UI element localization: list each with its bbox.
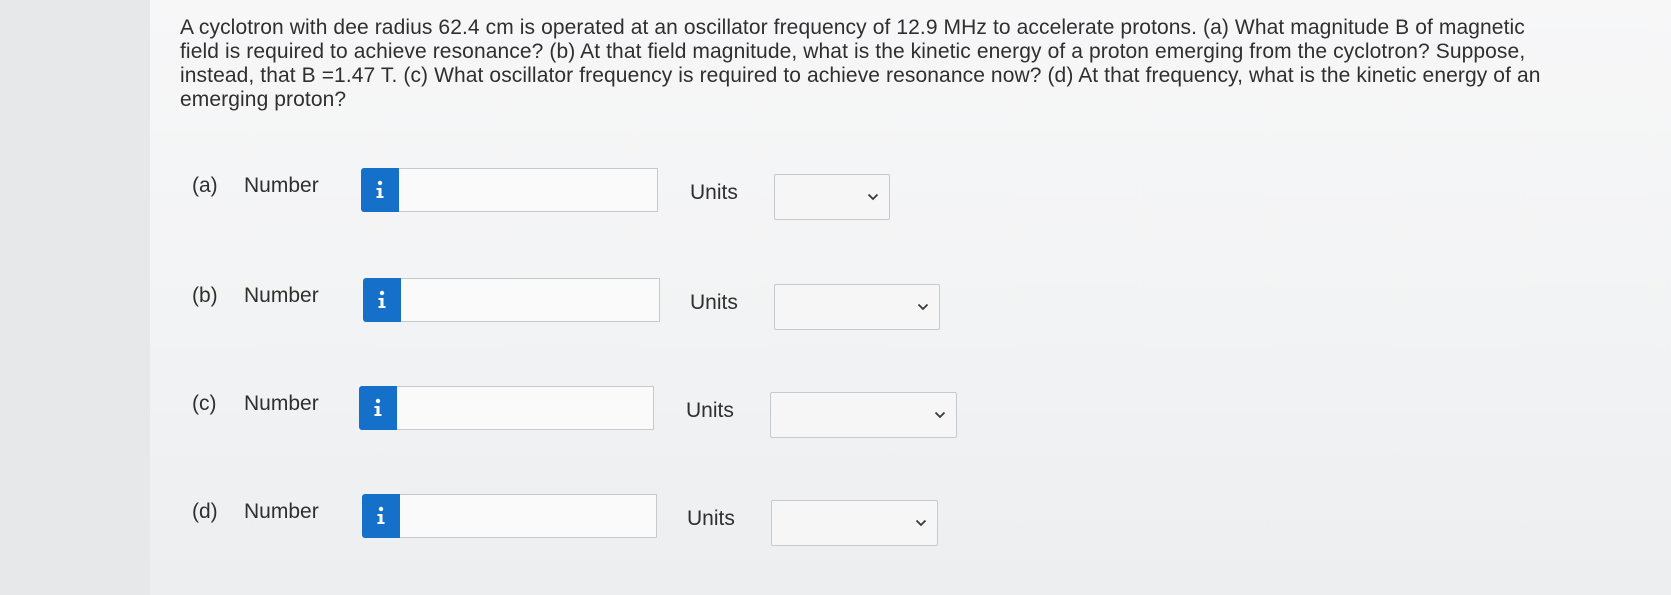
number-input-a[interactable] [399,168,658,212]
units-label: Units [686,399,734,422]
chevron-down-icon [915,519,927,527]
answer-row-c: (c) Number Units [0,380,1671,440]
number-label: Number [244,392,319,415]
units-label: Units [690,291,738,314]
info-button[interactable] [362,494,400,538]
number-input-d[interactable] [400,494,657,538]
info-button[interactable] [359,386,397,430]
part-label: (a) [192,174,218,197]
info-button[interactable] [363,278,401,322]
question-text: A cyclotron with dee radius 62.4 cm is o… [180,16,1541,111]
chevron-down-icon [867,193,879,201]
info-icon [377,506,385,524]
info-icon [374,398,382,416]
units-label: Units [690,181,738,204]
units-select-b[interactable] [774,284,940,330]
chevron-down-icon [934,411,946,419]
info-button[interactable] [361,168,399,212]
units-label: Units [687,507,735,530]
part-label: (d) [192,500,218,523]
number-label: Number [244,174,319,197]
number-label: Number [244,500,319,523]
number-label: Number [244,284,319,307]
answer-row-a: (a) Number Units [0,162,1671,222]
info-icon [378,290,386,308]
info-icon [376,180,384,198]
chevron-down-icon [917,303,929,311]
number-input-c[interactable] [397,386,654,430]
answer-row-d: (d) Number Units [0,488,1671,548]
units-select-a[interactable] [774,174,890,220]
number-input-b[interactable] [401,278,660,322]
answer-row-b: (b) Number Units [0,272,1671,332]
units-select-d[interactable] [771,500,938,546]
units-select-c[interactable] [770,392,957,438]
part-label: (b) [192,284,218,307]
part-label: (c) [192,392,217,415]
